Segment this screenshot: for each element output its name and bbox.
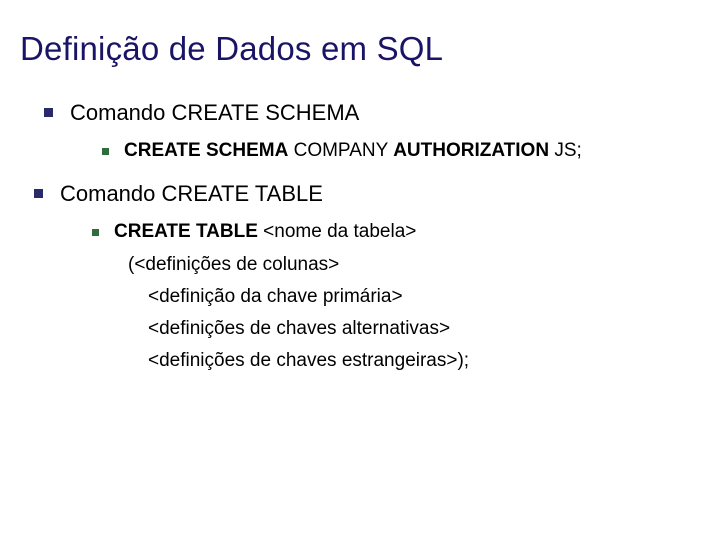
list-item: CREATE SCHEMA COMPANY AUTHORIZATION JS; xyxy=(102,135,702,167)
item-label-prefix: Comando xyxy=(60,181,162,206)
code-text: COMPANY xyxy=(288,140,393,161)
item-label-prefix: Comando xyxy=(70,100,172,125)
slide: Definição de Dados em SQL Comando CREATE… xyxy=(0,0,720,540)
code-line: <definições de chaves alternativas> xyxy=(114,313,702,345)
bullet-list-level1: Comando CREATE SCHEMA CREATE SCHEMA COMP… xyxy=(18,96,702,378)
slide-title: Definição de Dados em SQL xyxy=(20,30,702,68)
bullet-list-level2: CREATE SCHEMA COMPANY AUTHORIZATION JS; xyxy=(70,135,702,167)
list-item: CREATE TABLE <nome da tabela> (<definiçõ… xyxy=(92,216,702,377)
code-text: JS; xyxy=(549,140,582,161)
item-label-code: CREATE SCHEMA xyxy=(172,100,360,125)
code-bold: CREATE TABLE xyxy=(114,221,258,242)
code-line: (<definições de colunas> xyxy=(114,249,702,281)
code-text: <nome da tabela> xyxy=(258,221,416,242)
item-label-code: CREATE TABLE xyxy=(162,181,323,206)
list-item: Comando CREATE TABLE CREATE TABLE <nome … xyxy=(34,177,702,377)
code-line: <definição da chave primária> xyxy=(114,281,702,313)
code-bold: CREATE SCHEMA xyxy=(124,140,288,161)
code-line: <definições de chaves estrangeiras>); xyxy=(114,345,702,377)
list-item: Comando CREATE SCHEMA CREATE SCHEMA COMP… xyxy=(44,96,702,167)
bullet-list-level2: CREATE TABLE <nome da tabela> (<definiçõ… xyxy=(60,216,702,377)
code-bold: AUTHORIZATION xyxy=(393,140,549,161)
